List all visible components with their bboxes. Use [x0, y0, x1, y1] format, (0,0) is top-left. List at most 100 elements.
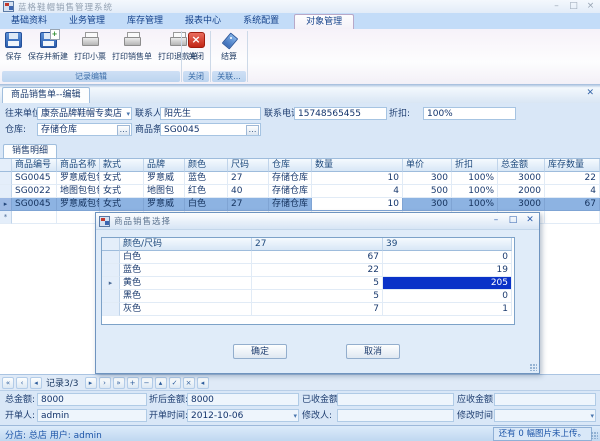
record-navigator: « ‹ ◂ 记录3/3 ▸ › » + − ▴ ✓ × ◂: [0, 374, 600, 390]
column-header[interactable]: 39: [383, 238, 512, 251]
nav-next-button[interactable]: ▸: [85, 377, 97, 389]
close-red-icon: [188, 32, 205, 48]
save-and-new-button[interactable]: 保存并新建: [25, 29, 71, 71]
column-header[interactable]: 库存数量: [545, 159, 600, 172]
tab-object-management[interactable]: 对象管理: [294, 14, 354, 29]
group-label-close: 关闭: [183, 71, 209, 82]
nav-prev-page-button[interactable]: ‹: [16, 377, 28, 389]
document-close-icon[interactable]: ✕: [586, 88, 594, 98]
chevron-down-icon[interactable]: ▾: [126, 108, 130, 120]
discounted-total-field[interactable]: 8000: [187, 393, 299, 406]
dialog-maximize-icon[interactable]: □: [508, 215, 518, 225]
settle-button[interactable]: 结算: [218, 29, 241, 71]
dialog-minimize-icon[interactable]: –: [491, 215, 501, 225]
group-label-record-edit: 记录编辑: [2, 71, 180, 82]
tab-business[interactable]: 业务管理: [58, 14, 116, 29]
cancel-button[interactable]: 取消: [346, 344, 400, 359]
selected-cell[interactable]: 205: [383, 277, 512, 290]
column-header[interactable]: 总金额: [498, 159, 545, 172]
close-icon[interactable]: ×: [585, 1, 596, 11]
dialog-title-bar[interactable]: 商品销售选择 – □ ✕: [96, 213, 539, 230]
detail-tab-strip: 销售明细: [0, 141, 600, 158]
save-button[interactable]: 保存: [2, 29, 25, 71]
table-row[interactable]: SG0022 地图包包包 女式 地图包 红色 40 存储仓库 4 500 100…: [0, 185, 600, 198]
table-row[interactable]: SG0045 罗意威包包 女式 罗意威 蓝色 27 存储仓库 10 300 10…: [0, 172, 600, 185]
discount-field[interactable]: 100%: [423, 107, 516, 120]
nav-extra-button[interactable]: ◂: [197, 377, 209, 389]
unit-combo[interactable]: 康奈品牌鞋帽专卖店 ▾: [37, 107, 132, 120]
receivable-field[interactable]: [494, 393, 596, 406]
nav-prev-button[interactable]: ◂: [30, 377, 42, 389]
grid-header-row: 商品编号 商品名称 款式 品牌 颜色 尺码 仓库 数量 单价 折扣 总金额 库存…: [0, 159, 600, 172]
ribbon: 保存 保存并新建 打印小票 打印销售单 打印退款单: [0, 29, 600, 85]
nav-edit-button[interactable]: ▴: [155, 377, 167, 389]
chevron-down-icon[interactable]: ▾: [293, 410, 297, 422]
nav-first-button[interactable]: «: [2, 377, 14, 389]
minimize-icon[interactable]: –: [551, 1, 562, 11]
order-time-combo[interactable]: 2012-10-06 ▾: [187, 409, 299, 422]
column-header[interactable]: 颜色: [185, 159, 228, 172]
table-row[interactable]: 白色 67 0: [102, 251, 514, 264]
nav-commit-button[interactable]: ✓: [169, 377, 181, 389]
column-header[interactable]: 单价: [403, 159, 452, 172]
column-header[interactable]: 折扣: [452, 159, 498, 172]
contact-field[interactable]: 阳先生: [160, 107, 261, 120]
table-row-selected[interactable]: ▸ SG0045 罗意威包包 女式 罗意威 白色 27 存储仓库 10 300 …: [0, 198, 600, 211]
row-indicator: [102, 264, 120, 277]
dialog-title: 商品销售选择: [114, 215, 171, 227]
received-field[interactable]: [337, 393, 454, 406]
tab-sales-detail[interactable]: 销售明细: [3, 144, 57, 158]
column-header[interactable]: 数量: [312, 159, 403, 172]
ribbon-tab-strip: 基础资料 业务管理 库存管理 报表中心 系统配置 对象管理: [0, 13, 600, 29]
total-field[interactable]: 8000: [37, 393, 147, 406]
tab-base-data[interactable]: 基础资料: [0, 14, 58, 29]
document-tab-strip: 商品销售单--编辑 ✕: [0, 84, 600, 103]
tab-system-config[interactable]: 系统配置: [232, 14, 290, 29]
editing-cell[interactable]: 10: [312, 198, 403, 211]
group-separator: [210, 31, 211, 82]
print-sales-order-button[interactable]: 打印销售单: [109, 29, 155, 71]
warehouse-field[interactable]: 存储仓库 …: [37, 123, 132, 136]
nav-last-button[interactable]: »: [113, 377, 125, 389]
close-form-button[interactable]: 关闭: [185, 29, 208, 71]
ellipsis-button[interactable]: …: [117, 125, 130, 136]
nav-delete-button[interactable]: −: [141, 377, 153, 389]
column-header[interactable]: 颜色/尺码: [120, 238, 252, 251]
column-header[interactable]: 27: [252, 238, 383, 251]
chevron-down-icon[interactable]: ▾: [590, 410, 594, 422]
table-row[interactable]: 黑色 5 0: [102, 290, 514, 303]
phone-field[interactable]: 15748565455: [294, 107, 387, 120]
ellipsis-button[interactable]: …: [246, 125, 259, 136]
column-header[interactable]: 商品名称: [57, 159, 100, 172]
print-receipt-button[interactable]: 打印小票: [71, 29, 109, 71]
tab-reports[interactable]: 报表中心: [174, 14, 232, 29]
table-row[interactable]: 蓝色 22 19: [102, 264, 514, 277]
column-header[interactable]: 商品编号: [12, 159, 57, 172]
column-header[interactable]: 仓库: [269, 159, 312, 172]
column-header[interactable]: 尺码: [228, 159, 269, 172]
operator-field[interactable]: admin: [37, 409, 147, 422]
barcode-field[interactable]: SG0045 …: [160, 123, 261, 136]
modify-time-combo[interactable]: ▾: [494, 409, 596, 422]
nav-cancel-button[interactable]: ×: [183, 377, 195, 389]
dialog-resize-grip[interactable]: [530, 364, 537, 371]
maximize-icon[interactable]: □: [568, 1, 579, 11]
save-new-icon: [40, 32, 57, 48]
table-row-selected[interactable]: ▸ 黄色 5 205: [102, 277, 514, 290]
window-resize-grip[interactable]: [591, 432, 598, 439]
ok-button[interactable]: 确定: [233, 344, 287, 359]
modifier-field[interactable]: [337, 409, 454, 422]
row-indicator-arrow: ▸: [0, 198, 12, 211]
tab-sales-order-edit[interactable]: 商品销售单--编辑: [2, 87, 90, 103]
row-indicator: [0, 172, 12, 185]
dialog-icon: [99, 216, 110, 227]
nav-append-button[interactable]: +: [127, 377, 139, 389]
row-indicator: [102, 290, 120, 303]
column-header[interactable]: 品牌: [144, 159, 185, 172]
warehouse-label: 仓库:: [5, 124, 26, 137]
table-row[interactable]: 灰色 7 1: [102, 303, 514, 316]
column-header[interactable]: 款式: [100, 159, 144, 172]
nav-next-page-button[interactable]: ›: [99, 377, 111, 389]
dialog-close-icon[interactable]: ✕: [525, 215, 535, 225]
tab-inventory[interactable]: 库存管理: [116, 14, 174, 29]
